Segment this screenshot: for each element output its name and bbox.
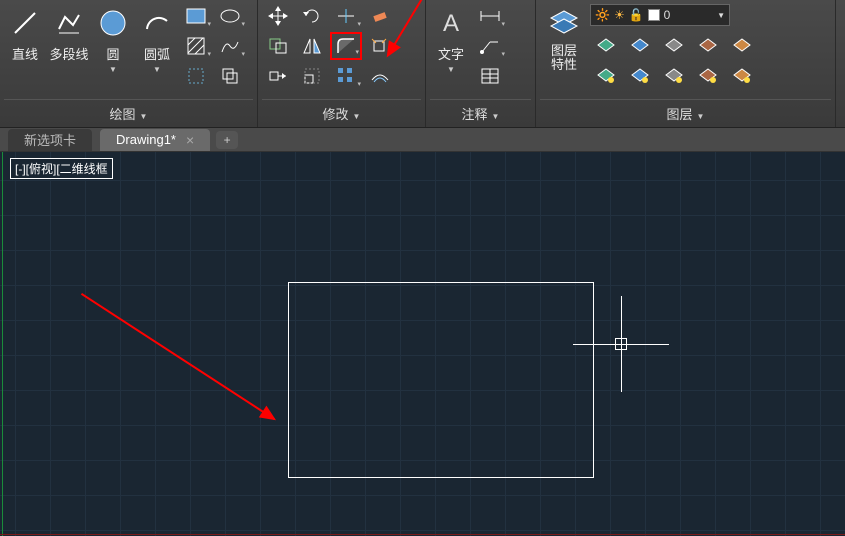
lock-icon: 🔓: [629, 8, 644, 22]
panel-layers: 图层 特性 🔆 ☀ 🔓 0 ▼: [536, 0, 836, 127]
trim-button[interactable]: ▾: [330, 2, 362, 30]
layer-unlock-button[interactable]: [658, 62, 690, 90]
circle-button[interactable]: 圆 ▼: [92, 2, 134, 94]
panel-draw-title: 绘图▼: [4, 99, 253, 127]
annotation-arrow: [81, 293, 275, 420]
svg-text:A: A: [443, 10, 459, 37]
rotate-button[interactable]: [296, 2, 328, 30]
layer-name: 0: [664, 8, 671, 22]
text-icon: A: [434, 6, 468, 40]
view-label[interactable]: [-][俯视][二维线框: [10, 158, 113, 179]
layer-match-button[interactable]: [726, 32, 758, 60]
chevron-down-icon: ▼: [717, 11, 725, 20]
erase-button[interactable]: [364, 2, 396, 30]
polyline-icon: [52, 6, 86, 40]
move-button[interactable]: [262, 2, 294, 30]
layer-properties-button[interactable]: 图层 特性: [540, 2, 588, 94]
arc-button[interactable]: 圆弧 ▼: [136, 2, 178, 94]
layers-icon: [547, 6, 581, 40]
layer-freeze-button[interactable]: [624, 32, 656, 60]
polyline-button[interactable]: 多段线: [48, 2, 90, 94]
array-button[interactable]: ▾: [330, 62, 362, 90]
offset-button[interactable]: [364, 62, 396, 90]
bulb-icon: 🔆: [595, 8, 610, 22]
stretch-button[interactable]: [262, 62, 294, 90]
line-icon: [8, 6, 42, 40]
ellipse-button[interactable]: ▾: [214, 2, 246, 30]
dimension-linear-button[interactable]: ▾: [474, 2, 506, 30]
line-button[interactable]: 直线: [4, 2, 46, 94]
arc-icon: [140, 6, 174, 40]
mirror-button[interactable]: [296, 32, 328, 60]
layer-combo[interactable]: 🔆 ☀ 🔓 0 ▼: [590, 4, 730, 26]
axis-x: [0, 534, 845, 535]
panel-modify-title: 修改▼: [262, 99, 421, 127]
layer-lock-button[interactable]: [658, 32, 690, 60]
spline-button[interactable]: ▾: [214, 32, 246, 60]
axis-y: [2, 152, 3, 536]
drawing-canvas[interactable]: [-][俯视][二维线框: [0, 152, 845, 536]
panel-annotate: A 文字 ▼ ▾ ▾ 注释▼: [426, 0, 536, 127]
scale-button[interactable]: [296, 62, 328, 90]
hatch-button[interactable]: ▾: [180, 32, 212, 60]
drawn-rectangle: [288, 282, 594, 478]
circle-icon: [96, 6, 130, 40]
close-icon[interactable]: ×: [186, 132, 194, 148]
layer-on-button[interactable]: [590, 62, 622, 90]
tab-add-button[interactable]: +: [216, 131, 238, 149]
layer-isolate-button[interactable]: [692, 32, 724, 60]
panel-modify: ▾ ▾ ▾ 修改▼: [258, 0, 426, 127]
sun-icon: ☀: [614, 8, 625, 22]
tab-newtab[interactable]: 新选项卡: [8, 129, 92, 151]
tabs-bar: 新选项卡 Drawing1*× +: [0, 128, 845, 152]
rectangle-button[interactable]: ▾: [180, 2, 212, 30]
panel-draw: 直线 多段线 圆 ▼ 圆弧 ▼ ▾ ▾ ▾: [0, 0, 258, 127]
layer-thaw-button[interactable]: [624, 62, 656, 90]
table-button[interactable]: [474, 62, 506, 90]
leader-button[interactable]: ▾: [474, 32, 506, 60]
copy-button[interactable]: [262, 32, 294, 60]
panel-layers-title: 图层▼: [540, 99, 831, 127]
region-button[interactable]: [214, 62, 246, 90]
panel-annotate-title: 注释▼: [430, 99, 531, 127]
ribbon: 直线 多段线 圆 ▼ 圆弧 ▼ ▾ ▾ ▾: [0, 0, 845, 128]
layer-off-button[interactable]: [590, 32, 622, 60]
layer-copy-button[interactable]: [726, 62, 758, 90]
text-button[interactable]: A 文字 ▼: [430, 2, 472, 94]
tab-drawing[interactable]: Drawing1*×: [100, 129, 210, 151]
fillet-button[interactable]: ▾: [330, 32, 362, 60]
boundary-button[interactable]: [180, 62, 212, 90]
color-swatch: [648, 9, 660, 21]
layer-unisolate-button[interactable]: [692, 62, 724, 90]
